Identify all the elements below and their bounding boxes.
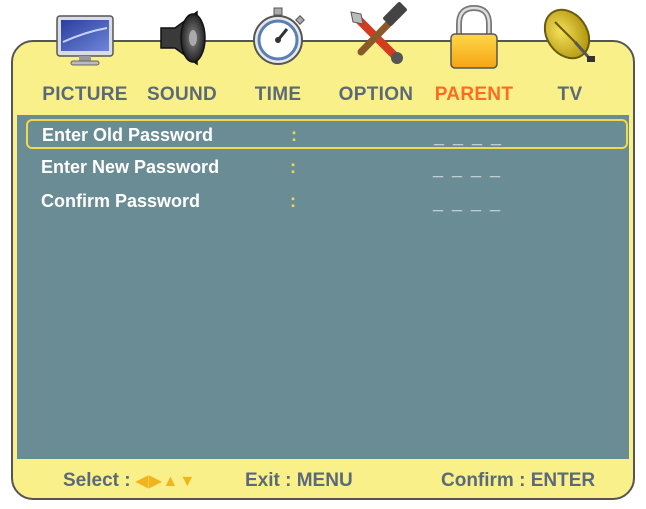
tab-picture[interactable]: PICTURE (35, 0, 135, 112)
tab-label: SOUND (146, 84, 218, 105)
tab-label: OPTION (338, 84, 414, 105)
row-colon: : (290, 191, 296, 211)
tab-sound[interactable]: SOUND (132, 0, 232, 112)
tab-time[interactable]: TIME (228, 0, 328, 112)
row-colon: : (291, 125, 297, 145)
confirm-hint: Confirm : ENTER (441, 470, 596, 491)
password-panel: Enter Old Password : _ _ _ _ Enter New P… (17, 115, 629, 459)
new-password-row[interactable]: Enter New Password : _ _ _ _ (27, 153, 627, 183)
confirm-password-field[interactable]: _ _ _ _ (433, 193, 502, 214)
tab-label: TIME (254, 84, 302, 105)
old-password-field[interactable]: _ _ _ _ (434, 127, 503, 148)
tab-parent[interactable]: PARENT (424, 0, 524, 112)
select-label: Select : (63, 470, 131, 491)
tab-option[interactable]: OPTION (326, 0, 426, 112)
tools-icon (341, 2, 411, 72)
exit-hint: Exit : MENU (245, 470, 353, 491)
row-label: Confirm Password (41, 191, 201, 211)
tab-label: PICTURE (42, 84, 128, 105)
select-hint: Select : ◀▶▲▼ (63, 470, 196, 492)
stopwatch-icon (243, 2, 313, 72)
monitor-icon (50, 2, 120, 72)
new-password-field[interactable]: _ _ _ _ (433, 159, 502, 180)
tab-tv[interactable]: TV (520, 0, 620, 112)
footer-hints: Select : ◀▶▲▼ Exit : MENU Confirm : ENTE… (11, 462, 635, 498)
arrow-keys-icon: ◀▶▲▼ (135, 473, 197, 490)
menu-tabs: PICTURE SOUND TIME OPTION PARENT TV (0, 0, 646, 115)
tab-label: TV (557, 84, 583, 105)
satellite-dish-icon (535, 2, 605, 72)
row-label: Enter Old Password (42, 125, 214, 145)
padlock-icon (439, 2, 509, 72)
speaker-icon (147, 2, 217, 72)
old-password-row[interactable]: Enter Old Password : _ _ _ _ (26, 119, 628, 149)
row-colon: : (290, 157, 296, 177)
row-label: Enter New Password (41, 157, 220, 177)
confirm-password-row[interactable]: Confirm Password : _ _ _ _ (27, 187, 627, 217)
tab-label: PARENT (434, 84, 514, 105)
